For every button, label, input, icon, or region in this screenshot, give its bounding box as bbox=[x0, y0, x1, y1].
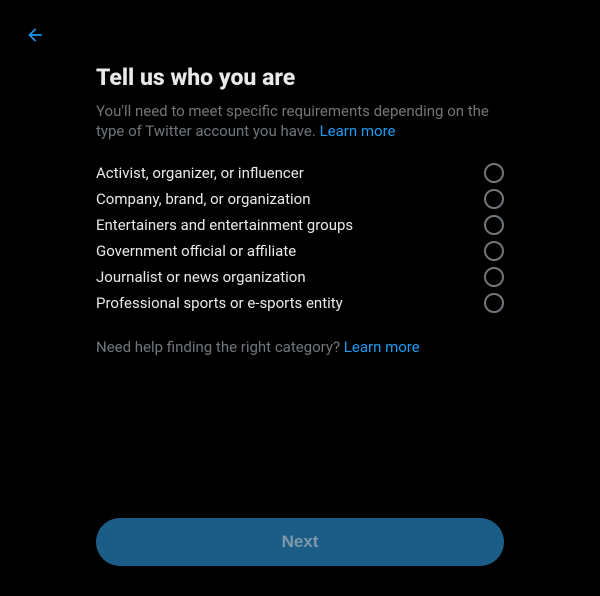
next-button[interactable]: Next bbox=[96, 518, 504, 566]
help-text: Need help finding the right category? Le… bbox=[96, 338, 504, 356]
radio-unchecked-icon bbox=[484, 163, 504, 183]
category-option-journalist[interactable]: Journalist or news organization bbox=[96, 264, 504, 290]
back-button[interactable] bbox=[18, 18, 52, 52]
category-option-sports[interactable]: Professional sports or e-sports entity bbox=[96, 290, 504, 316]
description-text: You'll need to meet specific requirement… bbox=[96, 102, 489, 140]
option-label: Company, brand, or organization bbox=[96, 190, 310, 208]
category-option-entertainers[interactable]: Entertainers and entertainment groups bbox=[96, 212, 504, 238]
category-option-government[interactable]: Government official or affiliate bbox=[96, 238, 504, 264]
dialog-content: Tell us who you are You'll need to meet … bbox=[0, 0, 600, 356]
radio-unchecked-icon bbox=[484, 189, 504, 209]
page-title: Tell us who you are bbox=[96, 64, 504, 91]
category-option-company[interactable]: Company, brand, or organization bbox=[96, 186, 504, 212]
category-option-list: Activist, organizer, or influencer Compa… bbox=[96, 160, 504, 316]
next-button-label: Next bbox=[282, 532, 319, 552]
page-description: You'll need to meet specific requirement… bbox=[96, 101, 504, 142]
category-option-activist[interactable]: Activist, organizer, or influencer bbox=[96, 160, 504, 186]
radio-unchecked-icon bbox=[484, 293, 504, 313]
radio-unchecked-icon bbox=[484, 267, 504, 287]
radio-unchecked-icon bbox=[484, 241, 504, 261]
option-label: Activist, organizer, or influencer bbox=[96, 164, 304, 182]
help-text-label: Need help finding the right category? bbox=[96, 338, 344, 356]
option-label: Entertainers and entertainment groups bbox=[96, 216, 353, 234]
option-label: Professional sports or e-sports entity bbox=[96, 294, 343, 312]
arrow-left-icon bbox=[25, 25, 45, 45]
option-label: Journalist or news organization bbox=[96, 268, 306, 286]
radio-unchecked-icon bbox=[484, 215, 504, 235]
option-label: Government official or affiliate bbox=[96, 242, 296, 260]
learn-more-link[interactable]: Learn more bbox=[320, 122, 396, 140]
help-learn-more-link[interactable]: Learn more bbox=[344, 338, 420, 356]
